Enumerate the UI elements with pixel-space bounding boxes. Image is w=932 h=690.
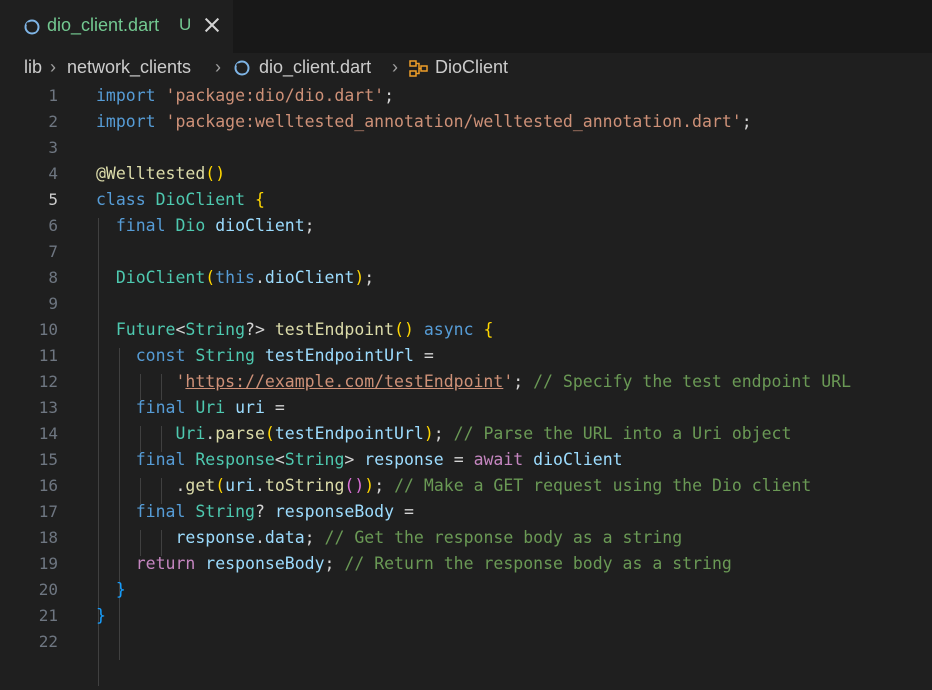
tab-untracked-badge: U [179,15,192,34]
code-line[interactable]: 10 Future<String?> testEndpoint() async … [0,317,932,343]
line-number: 11 [38,346,58,365]
code-line[interactable]: 1 import 'package:dio/dio.dart'; [0,83,932,109]
line-number: 5 [48,190,58,209]
code-line[interactable]: 19 return responseBody; // Return the re… [0,551,932,577]
tab-file-name: dio_client.dart [47,15,160,35]
line-number: 15 [38,450,58,469]
breadcrumb-file[interactable]: dio_client.dart [259,57,371,78]
code-line[interactable]: 20 } [0,577,932,603]
code-line[interactable]: 8 DioClient(this.dioClient); [0,265,932,291]
editor-tab[interactable]: dio_client.dart U [0,0,233,53]
code-text: Uri.parse(testEndpointUrl); // Parse the… [175,424,792,443]
code-line[interactable]: 7 [0,239,932,265]
code-text: 'https://example.com/testEndpoint'; // S… [175,372,852,391]
code-text: } [96,606,106,625]
code-line[interactable]: 13 final Uri uri = [0,395,932,421]
code-text: final Dio dioClient; [115,216,315,235]
code-line[interactable]: 12 'https://example.com/testEndpoint'; /… [0,369,932,395]
code-text: class DioClient { [96,190,265,209]
breadcrumb-lib[interactable]: lib [24,57,42,78]
line-number: 17 [38,502,58,521]
breadcrumb-network-clients[interactable]: network_clients [67,57,191,78]
code-line[interactable]: 11 const String testEndpointUrl = [0,343,932,369]
code-line[interactable]: 2 import 'package:welltested_annotation/w… [0,109,932,135]
code-text: return responseBody; // Return the respo… [135,554,732,573]
code-text: DioClient(this.dioClient); [115,268,375,287]
code-text: @Welltested() [96,164,226,183]
code-text: Future<String?> testEndpoint() async { [115,320,494,339]
line-number: 9 [48,294,58,313]
code-line[interactable]: 18 response.data; // Get the response bo… [0,525,932,551]
line-number: 12 [38,372,58,391]
line-number: 14 [38,424,58,443]
code-line[interactable]: 22 [0,629,932,655]
code-text: const String testEndpointUrl = [135,346,434,365]
code-line[interactable]: 3 [0,135,932,161]
code-text: import 'package:dio/dio.dart'; [96,86,395,105]
line-number: 4 [48,164,58,183]
code-editor[interactable]: 1 import 'package:dio/dio.dart'; 2 import '… [0,83,932,690]
code-line[interactable]: 9 [0,291,932,317]
dart-icon [234,60,250,76]
code-line[interactable]: 17 final String? responseBody = [0,499,932,525]
code-line[interactable]: 6 final Dio dioClient; [0,213,932,239]
code-text: import 'package:welltested_annotation/we… [96,112,752,131]
code-line[interactable]: 15 final Response<String> response = awa… [0,447,932,473]
tab-bar: dio_client.dart U [0,0,932,53]
line-number: 3 [48,138,58,157]
line-number: 22 [38,632,58,651]
code-line[interactable]: 4 @Welltested() [0,161,932,187]
breadcrumb: lib › network_clients › dio_client.dart … [0,53,932,83]
line-number: 21 [38,606,58,625]
code-line[interactable]: 5 class DioClient { [0,187,932,213]
line-number: 2 [48,112,58,131]
line-number: 1 [48,86,58,105]
breadcrumb-symbol[interactable]: DioClient [435,57,508,78]
code-line[interactable]: 14 Uri.parse(testEndpointUrl); // Parse … [0,421,932,447]
code-text: final Response<String> response = await … [135,450,623,469]
line-number: 7 [48,242,58,261]
code-text: } [115,580,126,599]
line-number: 19 [38,554,58,573]
code-line[interactable]: 16 .get(uri.toString()); // Make a GET r… [0,473,932,499]
dart-icon [24,19,40,35]
class-symbol-icon [409,60,428,77]
chevron-right-icon: › [392,57,398,77]
code-text: final Uri uri = [135,398,285,417]
line-number: 8 [48,268,58,287]
code-text: response.data; // Get the response body … [175,528,683,547]
chevron-right-icon: › [50,57,56,77]
code-text: .get(uri.toString()); // Make a GET requ… [175,476,812,495]
line-number: 16 [38,476,58,495]
code-text: final String? responseBody = [135,502,414,521]
code-line[interactable]: 21} [0,603,932,629]
chevron-right-icon: › [215,57,221,77]
line-number: 20 [38,580,58,599]
close-icon[interactable] [204,17,220,33]
line-number: 10 [38,320,58,339]
line-number: 18 [38,528,58,547]
line-number: 6 [48,216,58,235]
line-number: 13 [38,398,58,417]
